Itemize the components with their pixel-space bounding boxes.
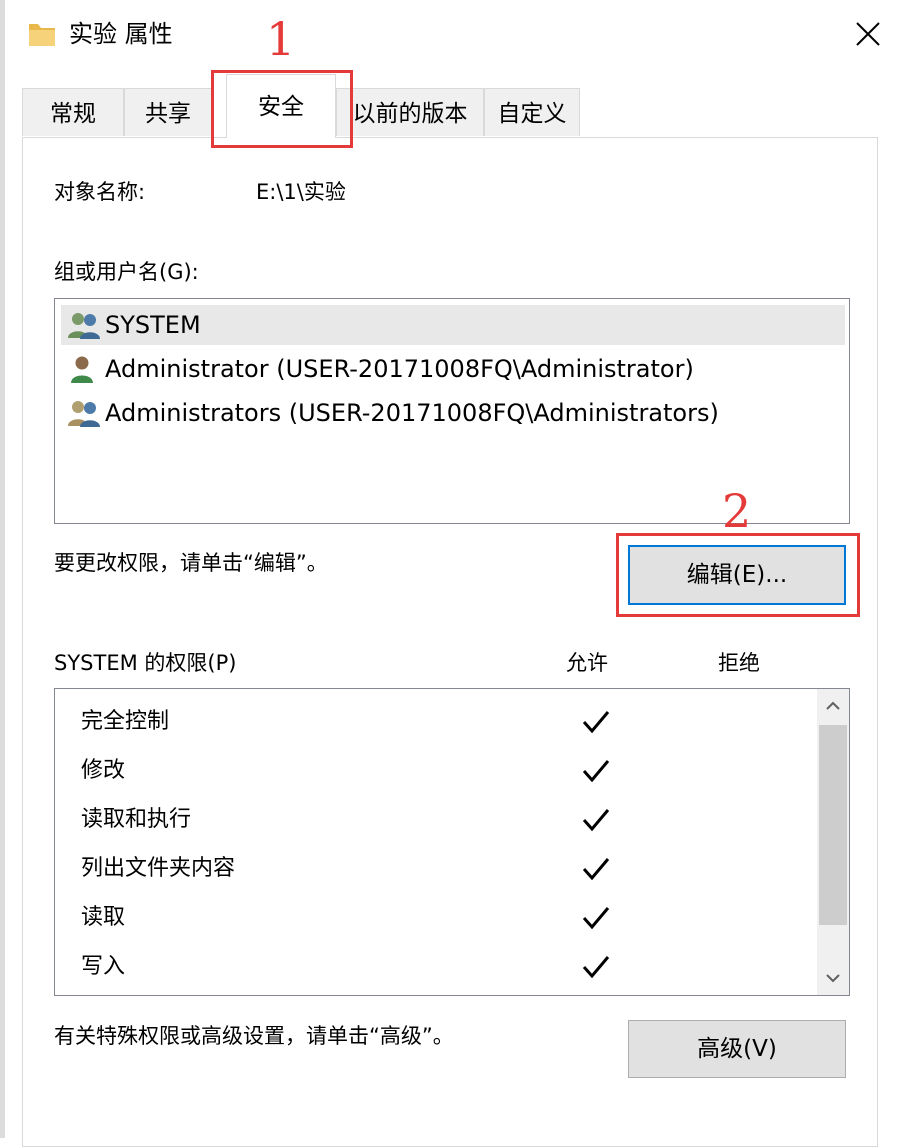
edit-button[interactable]: 编辑(E)... xyxy=(628,545,846,605)
group-icon xyxy=(68,313,100,339)
tab-sharing[interactable]: 共享 xyxy=(124,88,212,136)
permission-name: 修改 xyxy=(81,758,126,783)
title-bar[interactable]: 实验 属性 xyxy=(5,0,900,68)
permissions-label: SYSTEM 的权限(P) xyxy=(54,651,237,675)
permissions-scrollbar[interactable] xyxy=(817,689,849,995)
annotation-number-1: 1 xyxy=(266,12,296,66)
permission-row: 写入 xyxy=(55,944,815,990)
user-icon xyxy=(71,356,93,383)
allow-check-icon xyxy=(582,711,610,734)
scroll-up-button[interactable] xyxy=(817,689,849,723)
tab-previous-versions[interactable]: 以前的版本 xyxy=(336,88,484,136)
allow-check-icon xyxy=(582,809,610,832)
list-item-label: Administrators (USER-20171008FQ\Administ… xyxy=(105,399,719,427)
allow-check-icon xyxy=(582,907,610,930)
allow-check-icon xyxy=(582,956,610,979)
permission-row: 读取和执行 xyxy=(55,797,815,843)
tab-general[interactable]: 常规 xyxy=(22,88,124,136)
advanced-button[interactable]: 高级(V) xyxy=(628,1020,846,1078)
scroll-down-button[interactable] xyxy=(817,961,849,995)
groups-label: 组或用户名(G): xyxy=(54,260,199,284)
allow-header: 允许 xyxy=(566,651,608,675)
permission-name: 读取和执行 xyxy=(81,807,192,832)
close-button[interactable] xyxy=(843,12,893,56)
tab-security[interactable]: 安全 xyxy=(226,74,336,138)
permission-row: 列出文件夹内容 xyxy=(55,846,815,892)
properties-window: 实验 属性 常规 共享 安全 以前的版本 自定义 对象名称: E:\1\实验 组… xyxy=(0,0,900,1147)
permission-row: 修改 xyxy=(55,748,815,794)
annotation-number-2: 2 xyxy=(722,484,752,538)
list-item-administrator[interactable]: Administrator (USER-20171008FQ\Administr… xyxy=(61,349,845,389)
permission-name: 读取 xyxy=(81,905,126,930)
permission-name: 写入 xyxy=(81,954,126,979)
window-edge xyxy=(0,0,5,1138)
permission-row: 读取 xyxy=(55,895,815,941)
folder-icon xyxy=(29,24,55,46)
allow-check-icon xyxy=(582,760,610,783)
object-name-label: 对象名称: xyxy=(54,180,146,204)
scroll-thumb[interactable] xyxy=(819,725,847,925)
group-icon xyxy=(68,401,100,427)
close-icon xyxy=(856,22,880,46)
list-item-system[interactable]: SYSTEM xyxy=(61,305,845,345)
permissions-list[interactable]: 完全控制 修改 读取和执行 列出文件夹内容 读取 写入 xyxy=(54,688,850,996)
allow-check-icon xyxy=(582,858,610,881)
list-item-label: Administrator (USER-20171008FQ\Administr… xyxy=(105,355,694,383)
advanced-hint: 有关特殊权限或高级设置，请单击“高级”。 xyxy=(54,1024,454,1048)
permission-name: 列出文件夹内容 xyxy=(81,856,236,881)
edit-hint: 要更改权限，请单击“编辑”。 xyxy=(54,551,328,575)
list-item-label: SYSTEM xyxy=(105,311,201,339)
window-title: 实验 属性 xyxy=(69,20,173,48)
tab-strip: 常规 共享 安全 以前的版本 自定义 xyxy=(22,74,882,138)
list-item-administrators[interactable]: Administrators (USER-20171008FQ\Administ… xyxy=(61,393,845,433)
chevron-down-icon xyxy=(826,974,840,983)
tab-customize[interactable]: 自定义 xyxy=(484,88,580,136)
permission-row: 完全控制 xyxy=(55,699,815,745)
chevron-up-icon xyxy=(826,701,840,710)
object-name-value: E:\1\实验 xyxy=(256,180,346,204)
deny-header: 拒绝 xyxy=(718,651,760,675)
permission-name: 完全控制 xyxy=(81,709,170,734)
